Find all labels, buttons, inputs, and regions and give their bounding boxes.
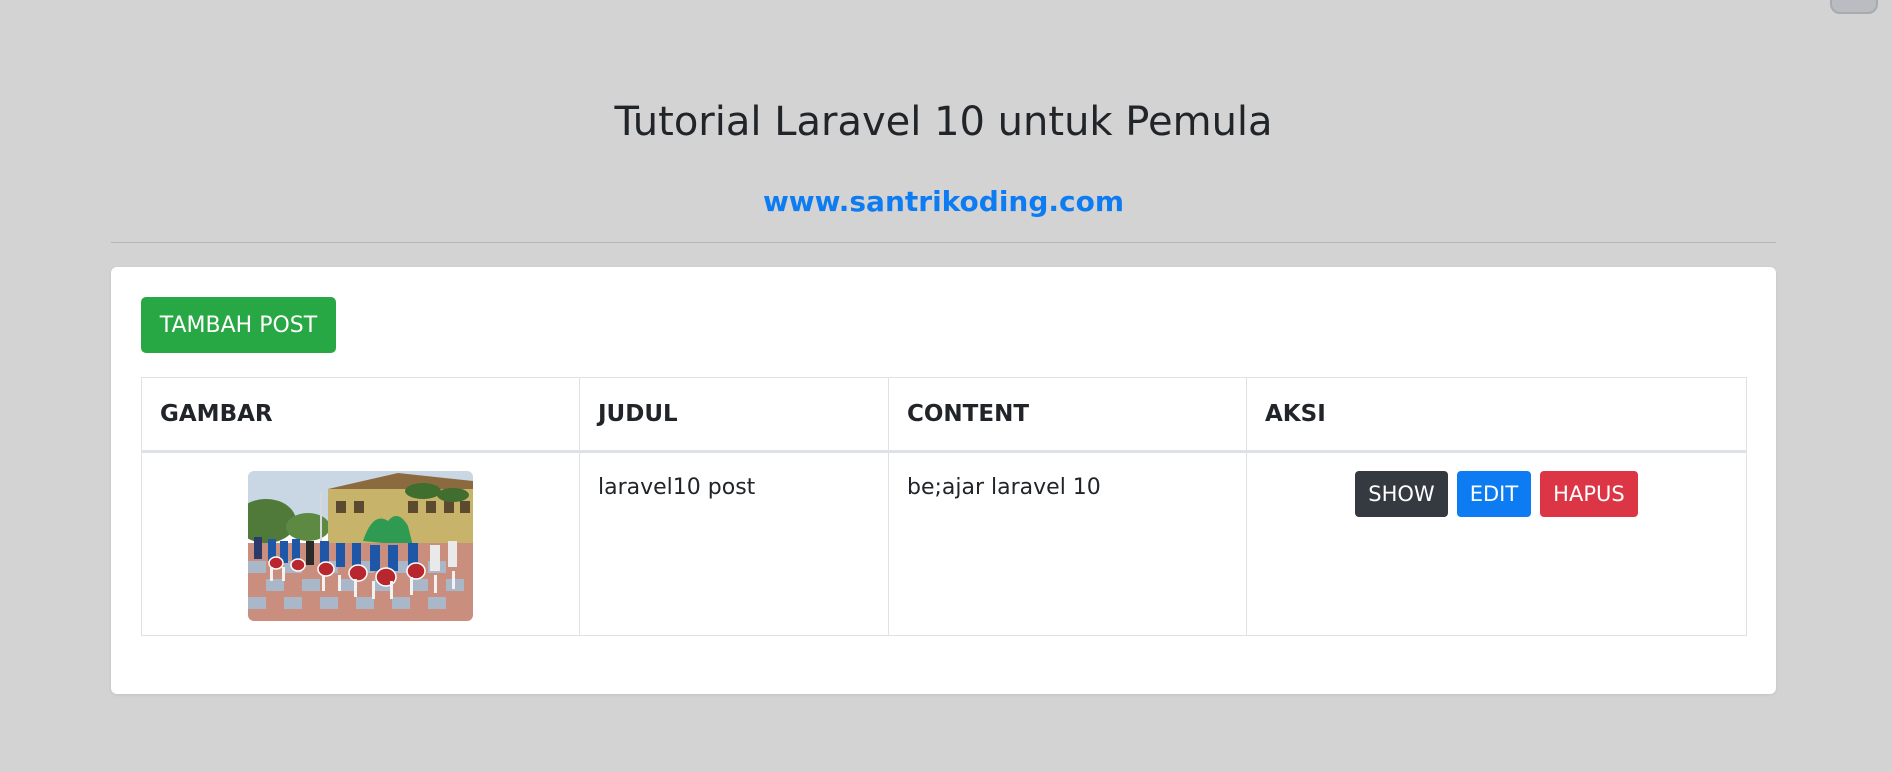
- actions-cell: SHOW EDIT HAPUS: [1246, 451, 1747, 636]
- page: Tutorial Laravel 10 untuk Pemula www.san…: [0, 0, 1892, 772]
- content-cell: be;ajar laravel 10: [888, 451, 1247, 636]
- page-title: Tutorial Laravel 10 untuk Pemula: [614, 99, 1273, 145]
- judul-cell: laravel10 post: [579, 451, 889, 636]
- table-header-row: GAMBAR JUDUL CONTENT AKSI: [141, 377, 1747, 453]
- corner-widget-icon[interactable]: [1830, 0, 1878, 14]
- post-image-icon: [248, 471, 473, 621]
- edit-button[interactable]: EDIT: [1456, 471, 1532, 517]
- posts-card: TAMBAH POST GAMBAR JUDUL CONTENT AKSI la…: [111, 267, 1776, 694]
- delete-button[interactable]: HAPUS: [1540, 471, 1638, 517]
- site-link[interactable]: www.santrikoding.com: [111, 182, 1776, 222]
- add-post-button[interactable]: TAMBAH POST: [141, 297, 336, 353]
- column-header-content: CONTENT: [888, 377, 1247, 453]
- posts-table: GAMBAR JUDUL CONTENT AKSI laravel10 post…: [141, 377, 1747, 636]
- table-header: GAMBAR JUDUL CONTENT AKSI: [141, 377, 1747, 453]
- table-row: laravel10 post be;ajar laravel 10 SHOW E…: [141, 451, 1747, 636]
- column-header-gambar: GAMBAR: [141, 377, 580, 453]
- column-header-judul: JUDUL: [579, 377, 889, 453]
- show-button[interactable]: SHOW: [1355, 471, 1448, 517]
- column-header-aksi: AKSI: [1246, 377, 1747, 453]
- image-cell: [141, 451, 580, 636]
- table-body: laravel10 post be;ajar laravel 10 SHOW E…: [141, 451, 1747, 636]
- divider: [111, 242, 1776, 243]
